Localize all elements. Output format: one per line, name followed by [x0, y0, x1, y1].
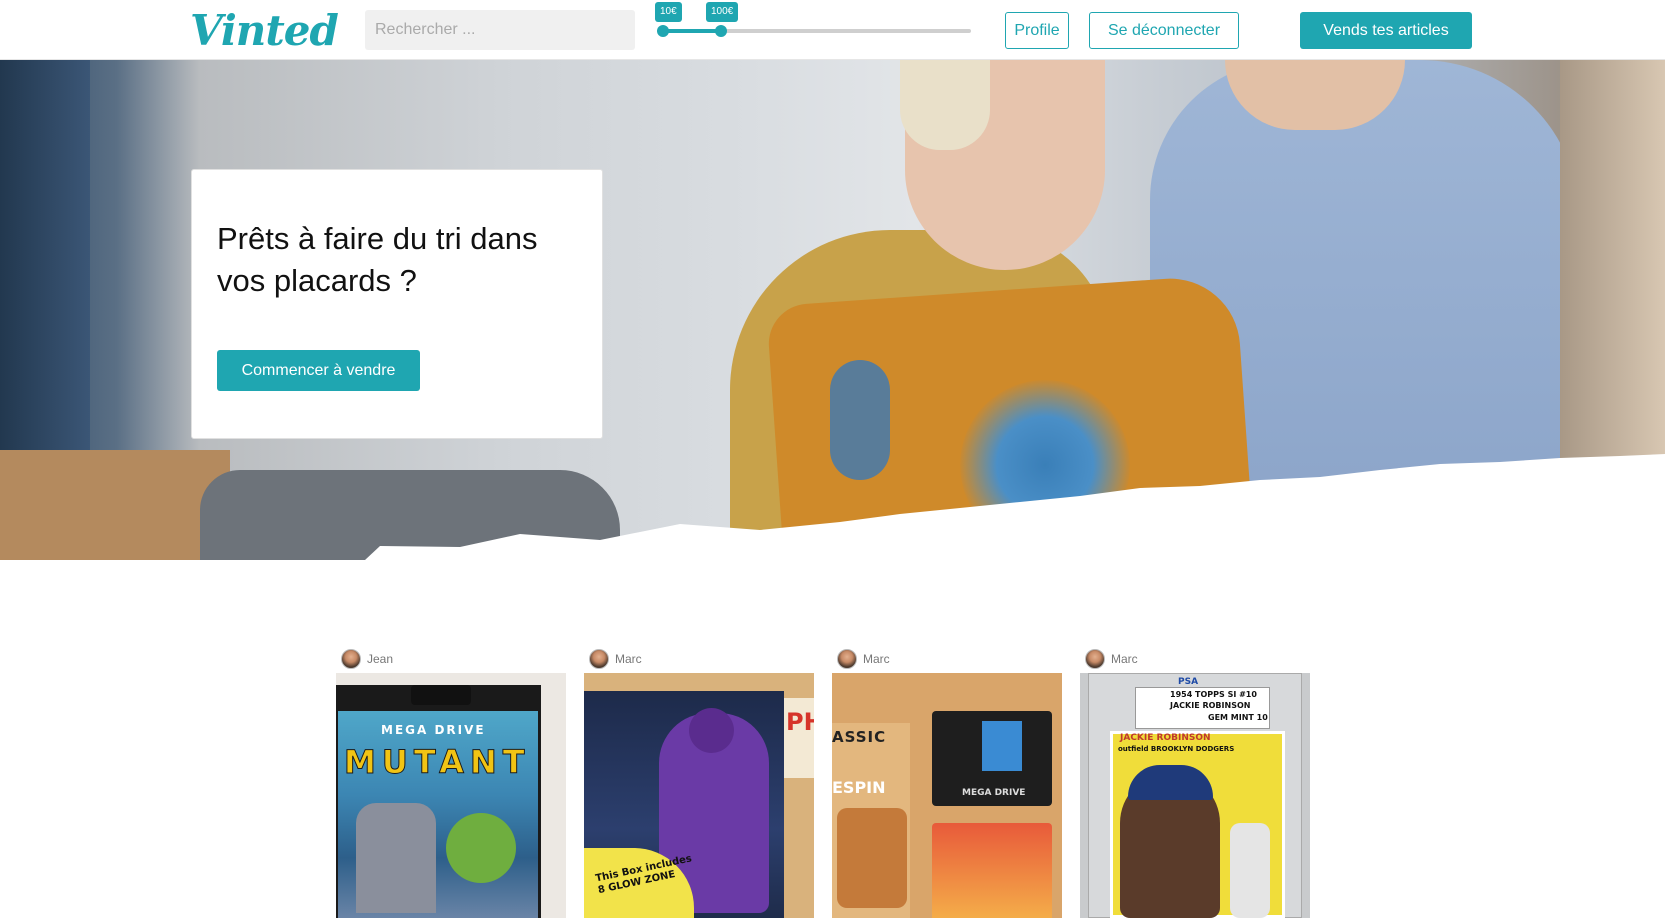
- seller-name[interactable]: Jean: [367, 652, 393, 666]
- woman-left-hair: [900, 60, 990, 150]
- cover-brand: ASSIC: [832, 728, 887, 746]
- cover-sub: MEGA DRIVE: [962, 788, 1026, 798]
- seller-info[interactable]: Jean: [336, 645, 566, 673]
- seller-info[interactable]: Marc: [584, 645, 814, 673]
- seller-name[interactable]: Marc: [615, 652, 642, 666]
- torn-paper-edge: [0, 454, 1665, 560]
- hero-title: Prêts à faire du tri dans vos placards ?: [217, 221, 538, 298]
- avatar[interactable]: [837, 649, 857, 669]
- logout-button[interactable]: Se déconnecter: [1089, 12, 1239, 49]
- seller-info[interactable]: Marc: [1080, 645, 1310, 673]
- seller-name[interactable]: Marc: [1111, 652, 1138, 666]
- item-card[interactable]: Marc ASSIC ESPIN MEGA DRIVE: [832, 645, 1062, 918]
- sell-items-button[interactable]: Vends tes articles: [1300, 12, 1472, 49]
- seller-name[interactable]: Marc: [863, 652, 890, 666]
- item-photo[interactable]: ASSIC ESPIN MEGA DRIVE: [832, 673, 1062, 918]
- cover-team: outfield BROOKLYN DODGERS: [1118, 745, 1235, 753]
- hero-banner: Prêts à faire du tri dans vos placards ?…: [0, 60, 1665, 560]
- top-navbar: Vinted 10€ 100€ Profile Se déconnecter V…: [0, 0, 1665, 60]
- avatar[interactable]: [589, 649, 609, 669]
- item-photo[interactable]: PSA 1954 TOPPS SI #10 JACKIE ROBINSON GE…: [1080, 673, 1310, 918]
- cover-brand: PSA: [1178, 677, 1199, 687]
- start-selling-button[interactable]: Commencer à vendre: [217, 350, 420, 391]
- slider-min-handle[interactable]: [657, 25, 669, 37]
- search-input[interactable]: [365, 10, 635, 50]
- cover-title: 1954 TOPPS SI #10: [1170, 690, 1257, 699]
- price-range-slider[interactable]: 10€ 100€: [655, 0, 975, 50]
- item-card[interactable]: Marc PH This Box includes 8 GLOW ZONE: [584, 645, 814, 918]
- cover-grade: GEM MINT 10: [1208, 713, 1268, 722]
- seller-info[interactable]: Marc: [832, 645, 1062, 673]
- price-max-label: 100€: [706, 2, 739, 22]
- price-min-label: 10€: [655, 2, 682, 22]
- item-card[interactable]: Jean MEGA DRIVE MUTANT: [336, 645, 566, 918]
- cover-brand: MEGA DRIVE: [381, 723, 486, 737]
- cover-sub: JACKIE ROBINSON: [1170, 701, 1251, 710]
- item-photo[interactable]: PH This Box includes 8 GLOW ZONE: [584, 673, 814, 918]
- cover-name: JACKIE ROBINSON: [1120, 733, 1211, 743]
- cover-title: ESPIN: [832, 778, 886, 797]
- vinted-logo[interactable]: Vinted: [190, 6, 339, 55]
- cover-title: MUTANT: [344, 743, 531, 782]
- hero-card: Prêts à faire du tri dans vos placards ?…: [191, 169, 603, 439]
- item-card[interactable]: Marc PSA 1954 TOPPS SI #10 JACKIE ROBINS…: [1080, 645, 1310, 918]
- item-photo[interactable]: MEGA DRIVE MUTANT: [336, 673, 566, 918]
- slider-max-handle[interactable]: [715, 25, 727, 37]
- avatar[interactable]: [341, 649, 361, 669]
- avatar[interactable]: [1085, 649, 1105, 669]
- profile-button[interactable]: Profile: [1005, 12, 1069, 49]
- cover-brand: PH: [786, 708, 814, 736]
- slider-range-fill: [661, 29, 719, 33]
